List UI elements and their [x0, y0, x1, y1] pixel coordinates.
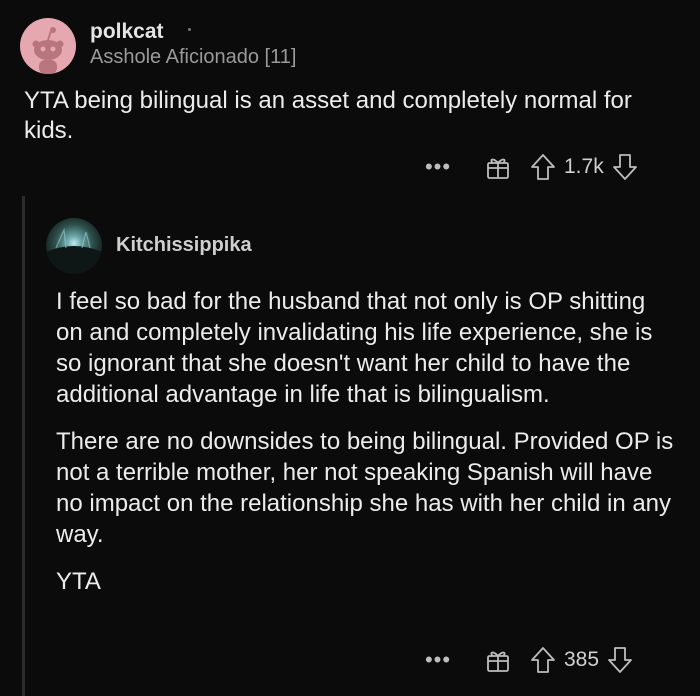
downvote-arrow-icon — [608, 647, 632, 673]
upvote-button[interactable] — [528, 646, 558, 674]
avatar-kitchissippika[interactable] — [46, 218, 102, 274]
thread-line[interactable] — [22, 196, 25, 696]
downvote-button[interactable] — [610, 153, 640, 181]
more-dots-icon: ••• — [424, 154, 452, 179]
aurora-avatar-icon — [46, 227, 102, 274]
downvote-arrow-icon — [612, 154, 637, 180]
more-options-button[interactable]: ••• — [408, 154, 468, 180]
comment-actions-reply: ••• 385 — [408, 642, 635, 678]
reply-paragraph: YTA — [56, 568, 101, 595]
username-kitchissippika[interactable]: Kitchissippika — [116, 234, 252, 257]
gift-icon — [487, 651, 509, 672]
separator-dot — [188, 28, 191, 31]
downvote-button[interactable] — [605, 646, 635, 674]
reply-body: I feel so bad for the husband that not o… — [56, 286, 676, 613]
comment-body: YTA being bilingual is an asset and comp… — [24, 87, 632, 144]
vote-count: 1.7k — [564, 155, 604, 178]
user-flair: Asshole Aficionado [11] — [90, 46, 297, 68]
avatar-polkcat[interactable] — [20, 18, 76, 74]
upvote-arrow-icon — [531, 154, 555, 180]
gift-icon — [487, 158, 509, 179]
upvote-button[interactable] — [528, 153, 558, 181]
award-button[interactable] — [468, 154, 528, 180]
reply-paragraph: There are no downsides to being bilingua… — [56, 428, 674, 548]
reply-paragraph: I feel so bad for the husband that not o… — [56, 288, 653, 408]
reddit-snoo-avatar-icon — [32, 27, 64, 74]
comment-actions-top: ••• 1.7k — [408, 149, 640, 185]
more-dots-icon: ••• — [424, 647, 452, 672]
vote-count: 385 — [564, 648, 600, 671]
award-button[interactable] — [468, 647, 528, 673]
more-options-button[interactable]: ••• — [408, 647, 468, 673]
username-polkcat[interactable]: polkcat — [90, 20, 164, 44]
upvote-arrow-icon — [531, 647, 555, 673]
